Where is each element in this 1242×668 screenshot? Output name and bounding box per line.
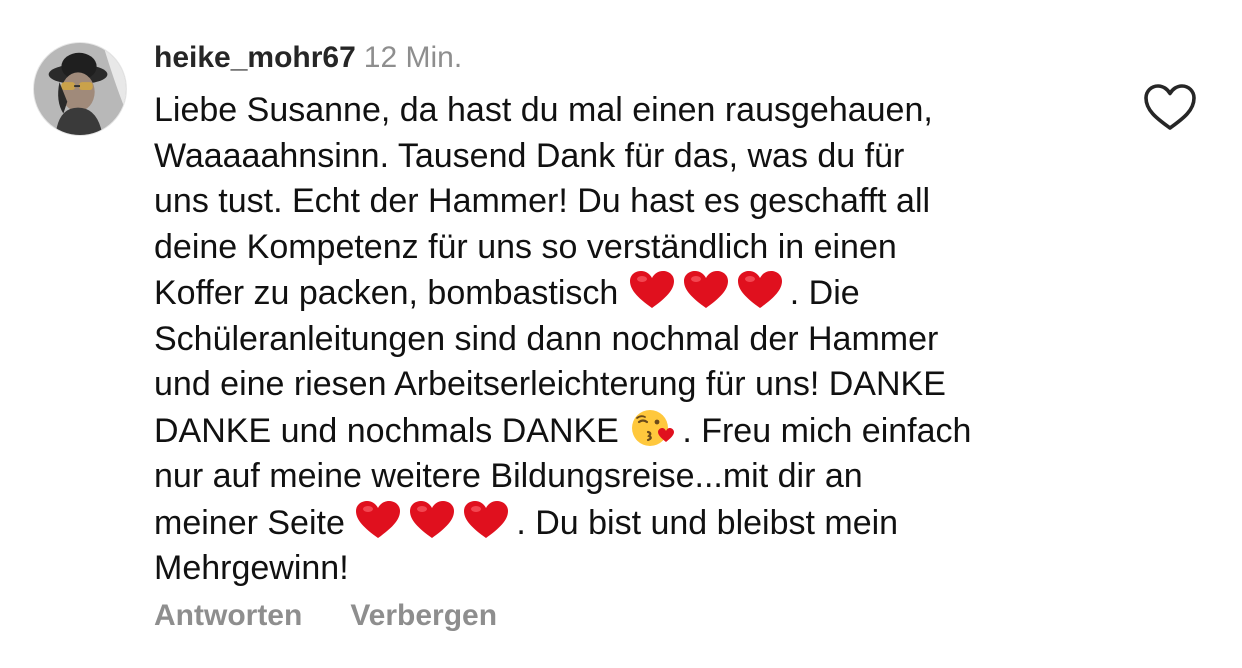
face-blowing-kiss-emoji	[628, 408, 676, 448]
user-avatar-icon	[34, 43, 126, 135]
red-heart-emoji	[408, 500, 456, 540]
comment-line: Schüleranleitungen sind dann nochmal der…	[154, 319, 939, 358]
comment-line: Mehrgewinn!	[154, 549, 349, 587]
comment-text-segment: DANKE und nochmals DANKE	[154, 411, 619, 450]
comment: heike_mohr67 12 Min. Liebe Susanne, da ha…	[154, 38, 1114, 592]
heart-outline-icon	[1144, 84, 1196, 130]
red-heart-emoji	[354, 500, 402, 540]
reply-button[interactable]: Antworten	[154, 599, 302, 632]
comment-line: Liebe Susanne, da hast du mal einen raus…	[154, 91, 933, 129]
comment-line: meiner Seite . Du bist und bleibst mein	[154, 500, 1114, 547]
comment-line: DANKE und nochmals DANKE . Freu mich ein…	[154, 408, 1114, 455]
hide-button[interactable]: Verbergen	[350, 599, 497, 632]
timestamp: 12 Min.	[363, 41, 463, 74]
red-heart-emoji	[736, 270, 784, 310]
red-heart-emoji	[682, 270, 730, 310]
comment-header: heike_mohr67 12 Min.	[154, 38, 1114, 78]
comment-line: und eine riesen Arbeitserleichterung für…	[154, 365, 946, 403]
comment-line: Waaaaahnsinn. Tausend Dank für das, was …	[154, 136, 905, 175]
username[interactable]: heike_mohr67	[154, 41, 356, 74]
comment-line: nur auf meine weitere Bildungsreise...mi…	[154, 457, 863, 495]
red-heart-emoji	[628, 270, 676, 310]
comment-text-segment: . Freu mich einfach	[682, 411, 972, 450]
like-button[interactable]	[1142, 82, 1198, 132]
comment-line: Koffer zu packen, bombastisch . Die	[154, 270, 1114, 317]
red-heart-emoji	[462, 500, 510, 540]
comment-actions: Antworten Verbergen	[154, 597, 497, 635]
comment-line: uns tust. Echt der Hammer! Du hast es ge…	[154, 182, 931, 220]
comment-text: Liebe Susanne, da hast du mal einen raus…	[154, 88, 1114, 592]
avatar[interactable]	[33, 42, 127, 136]
comment-text-segment: . Die	[789, 274, 860, 312]
comment-text-segment: Koffer zu packen, bombastisch	[154, 274, 619, 312]
comment-line: deine Kompetenz für uns so verständlich …	[154, 227, 897, 266]
comment-text-segment: meiner Seite	[154, 503, 345, 542]
comment-text-segment: . Du bist und bleibst mein	[516, 503, 899, 542]
